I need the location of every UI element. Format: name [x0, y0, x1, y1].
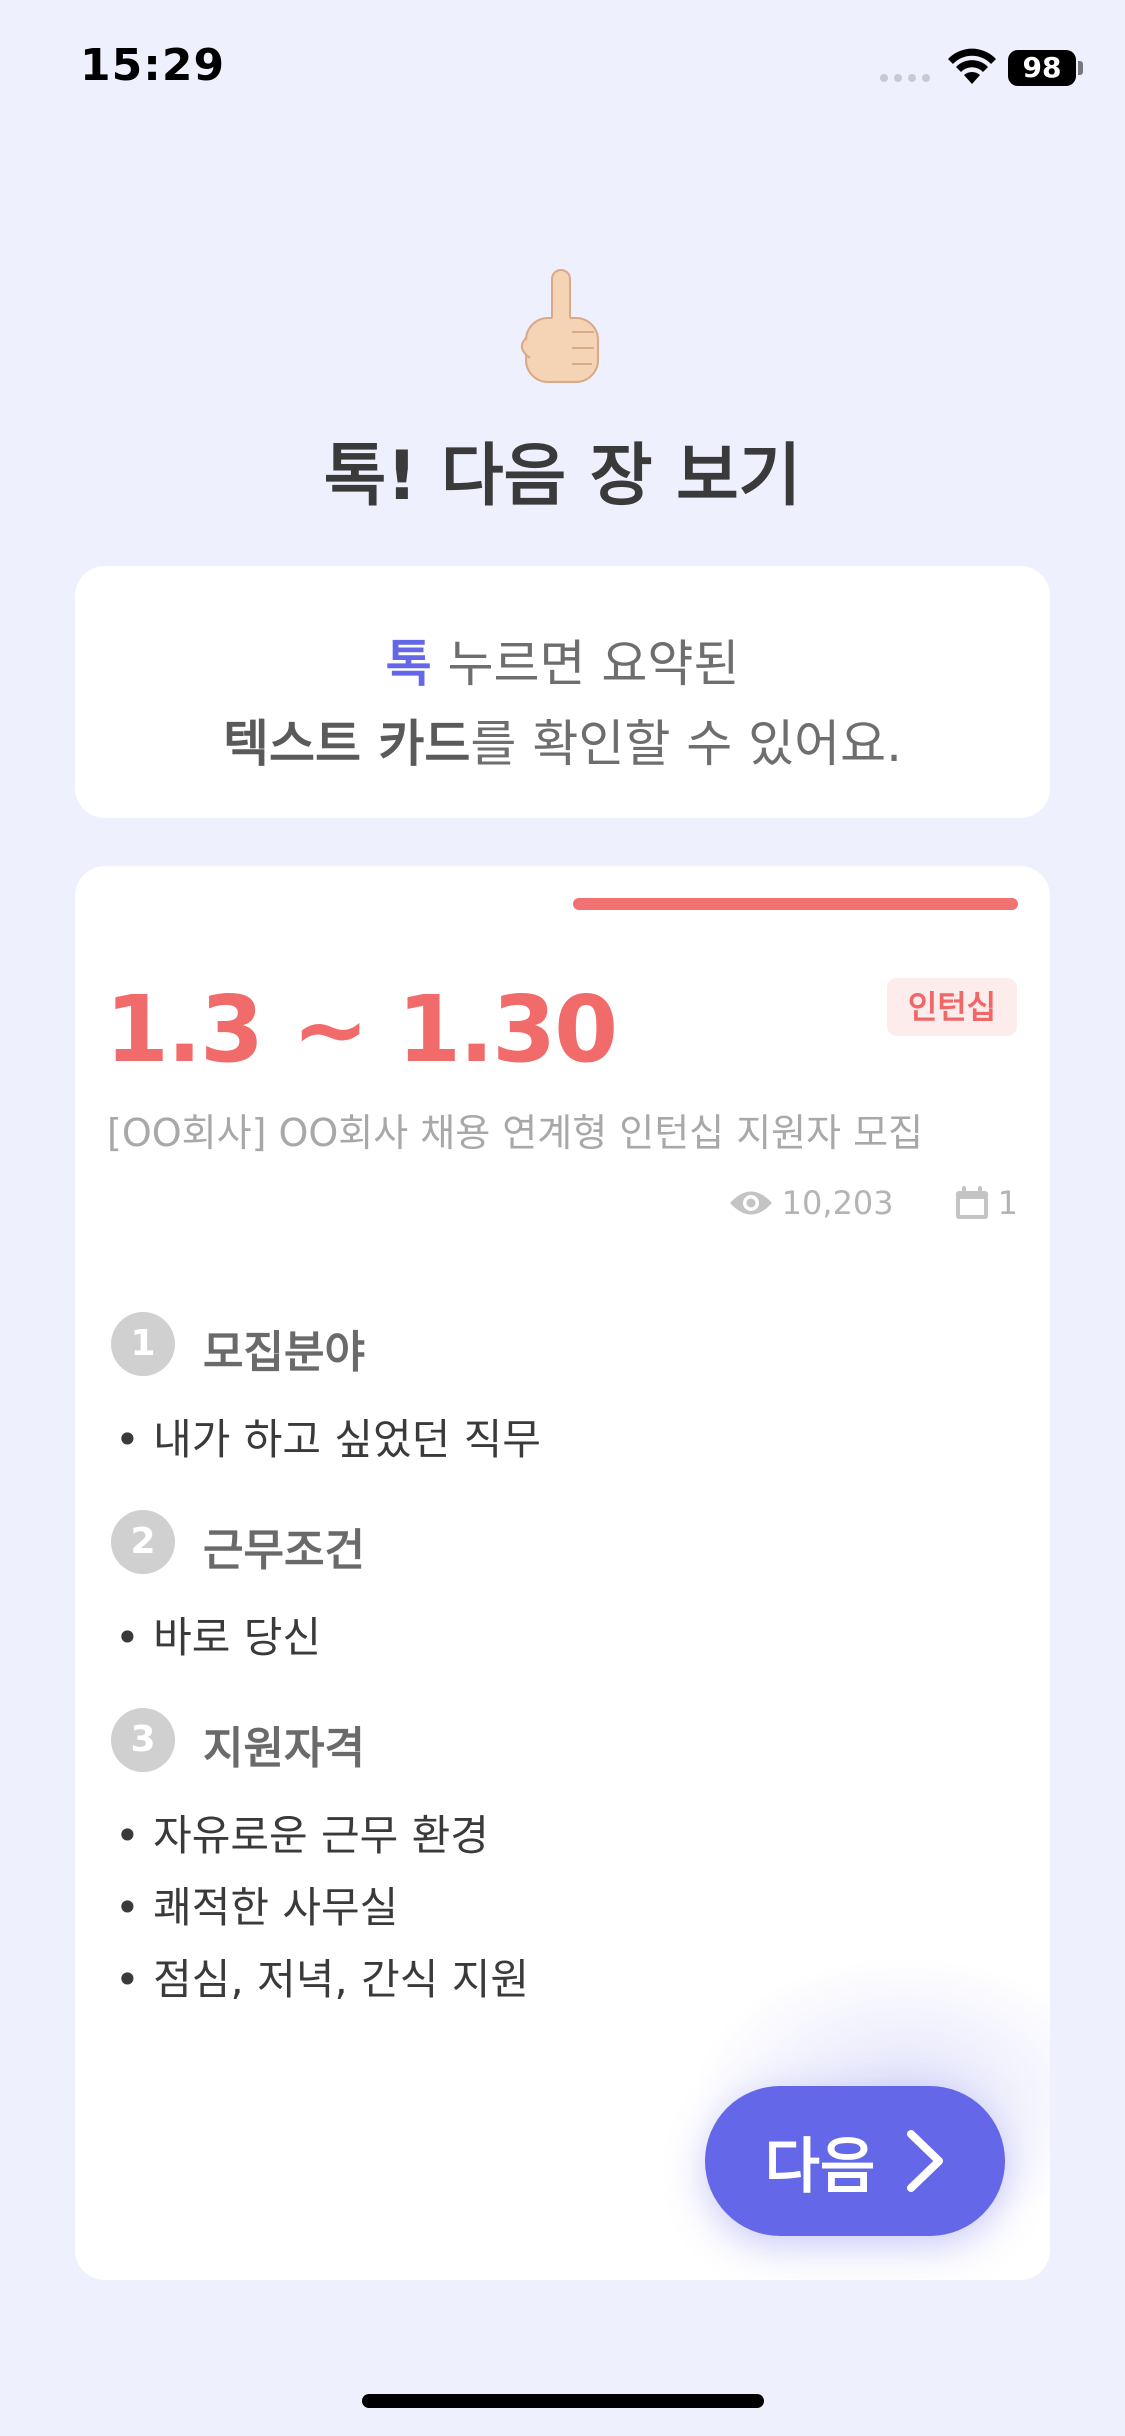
- hand-pointing-up-icon: [520, 269, 599, 383]
- hint-card: 톡 누르면 요약된 텍스트 카드를 확인할 수 있어요.: [75, 566, 1050, 818]
- home-indicator[interactable]: [362, 2394, 764, 2408]
- battery-tip: [1078, 61, 1083, 75]
- status-time: 15:29: [80, 40, 226, 91]
- section-title: 모집분야: [203, 1327, 365, 1378]
- scrap-count: 1: [997, 1184, 1018, 1222]
- posting-meta: 10,203 1: [728, 1184, 1018, 1222]
- eye-icon: [729, 1191, 772, 1215]
- hint-accent: 톡: [385, 635, 432, 693]
- next-button-label: 다음: [764, 2131, 876, 2202]
- list-item: • 자유로운 근무 환경: [115, 1811, 489, 1860]
- hint-text-2: 를 확인할 수 있어요.: [470, 715, 902, 773]
- section-title: 지원자격: [203, 1723, 365, 1774]
- list-item: • 바로 당신: [115, 1613, 322, 1662]
- status-bar: 15:29 98: [0, 0, 1125, 140]
- posting-title: [OO회사] OO회사 채용 연계형 인턴십 지원자 모집: [107, 1111, 924, 1155]
- calendar-icon: [955, 1186, 988, 1219]
- section-number: 2: [111, 1510, 175, 1574]
- card-progress-bar: [573, 898, 1018, 910]
- hint-line-2: 텍스트 카드를 확인할 수 있어요.: [75, 704, 1050, 776]
- page-title: 톡! 다음 장 보기: [323, 437, 802, 516]
- battery-level: 98: [1008, 50, 1076, 86]
- cellular-signal-icon: [880, 74, 930, 82]
- hint-strong: 텍스트 카드: [223, 715, 471, 773]
- hint-text-1: 누르면 요약된: [431, 635, 740, 693]
- wifi-icon: [948, 48, 996, 84]
- view-count: 10,203: [781, 1184, 894, 1222]
- chevron-right-icon: [907, 2130, 944, 2192]
- section-title: 근무조건: [203, 1525, 365, 1576]
- list-item: • 쾌적한 사무실: [115, 1883, 399, 1932]
- section-number: 3: [111, 1708, 175, 1772]
- list-item: • 내가 하고 싶었던 직무: [115, 1415, 541, 1464]
- next-button[interactable]: 다음: [705, 2086, 1005, 2236]
- category-badge: 인턴십: [887, 978, 1017, 1036]
- summary-card[interactable]: 1.3 ~ 1.30 인턴십 [OO회사] OO회사 채용 연계형 인턴십 지원…: [75, 866, 1050, 2280]
- date-range: 1.3 ~ 1.30: [105, 976, 618, 1083]
- list-item: • 점심, 저녁, 간식 지원: [115, 1955, 529, 2004]
- section-number: 1: [111, 1312, 175, 1376]
- hint-line-1: 톡 누르면 요약된: [75, 624, 1050, 696]
